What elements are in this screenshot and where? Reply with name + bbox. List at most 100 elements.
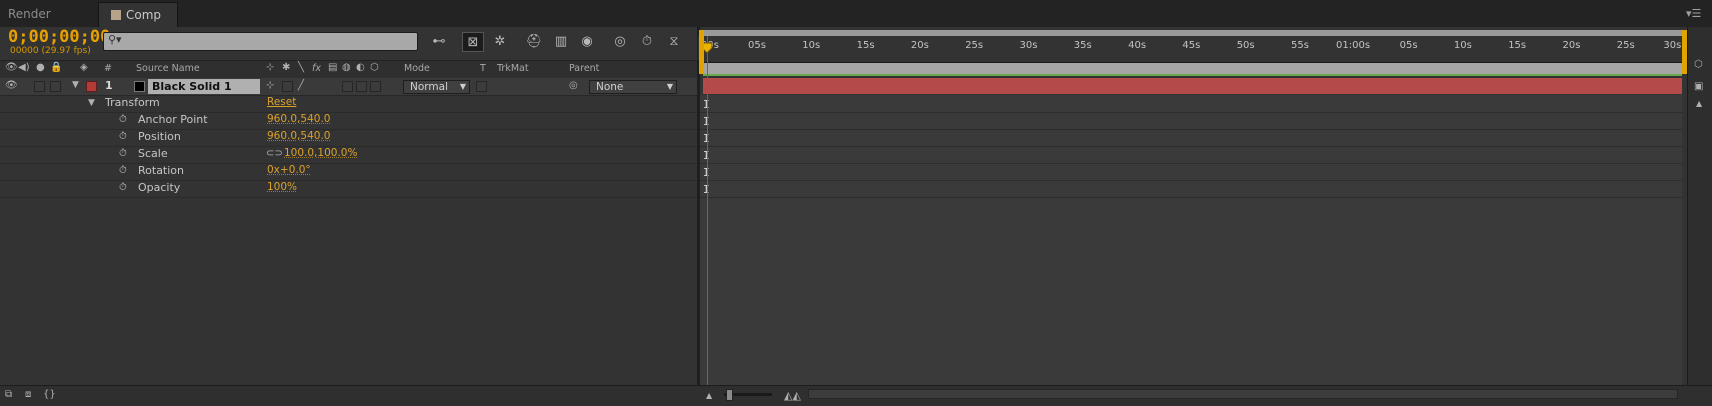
frame-blending-icon[interactable]: ▥ bbox=[550, 32, 572, 52]
current-time-display[interactable]: 0;00;00;00 bbox=[8, 27, 110, 47]
work-area-start-handle[interactable] bbox=[699, 30, 704, 74]
expand-triangle-icon[interactable]: ▼ bbox=[72, 80, 79, 90]
column-mode[interactable]: Mode bbox=[404, 63, 430, 74]
column-header-row: 👁 ◀) ● 🔒 ◈ # Source Name ⊹ ✱ ╲ fx ▤ ◍ ◐ … bbox=[0, 60, 698, 79]
video-switch-icon[interactable]: 👁 bbox=[5, 62, 18, 73]
layer-duration-bar[interactable] bbox=[703, 78, 1682, 94]
quality-switch-icon[interactable]: ╲ bbox=[298, 62, 304, 73]
time-navigator-bar[interactable] bbox=[703, 30, 1682, 36]
in-out-toggle-icon[interactable]: {} bbox=[43, 389, 56, 400]
property-value[interactable]: 0x+0.0° bbox=[267, 164, 311, 176]
layer-shy-toggle-icon[interactable]: ⊹ bbox=[266, 80, 274, 91]
layer-adjustment-box[interactable] bbox=[356, 81, 367, 92]
zoom-in-icon[interactable]: ◭◭ bbox=[784, 389, 801, 402]
panel-tab-bar: Render Queue Comp 1× ▾☰ bbox=[0, 0, 1712, 47]
column-trkmat[interactable]: TrkMat bbox=[497, 63, 529, 74]
current-time-indicator-line[interactable] bbox=[707, 36, 708, 385]
column-number[interactable]: # bbox=[104, 63, 112, 74]
effects-switch-icon[interactable]: fx bbox=[312, 63, 321, 74]
zoom-out-icon[interactable]: ▲ bbox=[706, 391, 712, 400]
comp-mini-flowchart-icon[interactable]: ⊷ bbox=[428, 32, 450, 52]
expand-triangle-icon[interactable]: ▼ bbox=[88, 98, 95, 108]
stopwatch-icon[interactable]: ⏱ bbox=[119, 148, 127, 159]
property-value[interactable]: 100% bbox=[267, 181, 297, 193]
column-t[interactable]: T bbox=[480, 63, 486, 74]
constrain-proportions-link-icon[interactable]: ⊂⊃ bbox=[266, 148, 283, 159]
property-row-position[interactable]: ⏱ Position 960.0,540.0 bbox=[0, 129, 698, 147]
layer-label-color[interactable] bbox=[86, 81, 97, 92]
comp-button-icon[interactable]: ▣ bbox=[1694, 81, 1703, 92]
layer-solo-box[interactable] bbox=[34, 81, 45, 92]
ruler-tick-label: 30s bbox=[1663, 40, 1682, 51]
scroll-up-arrow[interactable]: ▲ bbox=[1696, 99, 1702, 108]
layer-index: 1 bbox=[105, 79, 113, 92]
timeline-property-tracks bbox=[700, 95, 1682, 385]
tab-render-queue[interactable]: Render Queue bbox=[0, 2, 96, 46]
blend-mode-dropdown[interactable]: Normal ▼ bbox=[403, 80, 470, 94]
draft-3d-icon[interactable]: ✲ bbox=[489, 32, 511, 52]
layer-search-input[interactable]: ⚲▾ bbox=[103, 32, 418, 51]
layer-quality-icon[interactable]: ╱ bbox=[298, 80, 304, 91]
stopwatch-icon[interactable]: ⏱ bbox=[119, 114, 127, 125]
audio-switch-icon[interactable]: ◀) bbox=[18, 62, 30, 73]
column-parent[interactable]: Parent bbox=[569, 63, 599, 74]
property-row-anchor-point[interactable]: ⏱ Anchor Point 960.0,540.0 bbox=[0, 112, 698, 130]
vertical-scrollbar[interactable]: ⬡ ▣ ▲ bbox=[1687, 27, 1712, 385]
track-divider bbox=[700, 146, 1682, 147]
solo-switch-icon[interactable]: ● bbox=[36, 62, 45, 73]
ruler-tick-label: 55s bbox=[1291, 40, 1309, 51]
label-tag-icon[interactable]: ◈ bbox=[80, 62, 88, 73]
ruler-tick-label: 25s bbox=[1616, 40, 1635, 51]
live-update-icon[interactable]: ⊠ bbox=[462, 32, 484, 52]
panel-menu-icon[interactable]: ▾☰ bbox=[1686, 7, 1704, 20]
layer-preserve-transparency-box[interactable] bbox=[476, 81, 487, 92]
adjustment-switch-icon[interactable]: ◐ bbox=[356, 62, 365, 73]
parent-dropdown[interactable]: None ▼ bbox=[589, 80, 677, 94]
layer-3d-box[interactable] bbox=[370, 81, 381, 92]
property-row-scale[interactable]: ⏱ Scale ⊂⊃ 100.0,100.0% bbox=[0, 146, 698, 164]
transfer-controls-toggle-icon[interactable]: ⧈ bbox=[25, 389, 31, 400]
layer-name[interactable]: Black Solid 1 bbox=[148, 79, 260, 94]
zoom-slider-thumb[interactable] bbox=[726, 389, 733, 401]
layer-lock-box[interactable] bbox=[50, 81, 61, 92]
lock-switch-icon[interactable]: 🔒 bbox=[50, 62, 62, 73]
stopwatch-icon[interactable]: ⏱ bbox=[119, 131, 127, 142]
property-row-rotation[interactable]: ⏱ Rotation 0x+0.0° bbox=[0, 163, 698, 181]
stopwatch-icon[interactable]: ⏱ bbox=[119, 165, 127, 176]
column-source-name[interactable]: Source Name bbox=[136, 63, 200, 74]
transform-label: Transform bbox=[105, 96, 160, 109]
blend-mode-value: Normal bbox=[410, 81, 448, 93]
pick-whip-icon[interactable]: ◎ bbox=[569, 80, 578, 91]
3d-switch-icon[interactable]: ⬡ bbox=[370, 62, 379, 73]
graph-editor-icon[interactable]: ⧖ bbox=[663, 32, 685, 52]
horizontal-scrollbar[interactable] bbox=[808, 389, 1678, 399]
track-divider bbox=[700, 180, 1682, 181]
auto-keyframe-icon[interactable]: ⏱ bbox=[636, 32, 658, 52]
layer-collapse-box[interactable] bbox=[282, 81, 293, 92]
chevron-down-icon: ▼ bbox=[666, 82, 673, 91]
stopwatch-icon[interactable]: ⏱ bbox=[119, 182, 127, 193]
track-divider bbox=[700, 112, 1682, 113]
ruler-tick-label: 25s bbox=[965, 40, 984, 51]
reset-link[interactable]: Reset bbox=[267, 96, 296, 108]
hide-shy-layers-icon[interactable]: ⛑ bbox=[523, 32, 545, 52]
frame-blend-switch-icon[interactable]: ▤ bbox=[328, 62, 337, 73]
property-name: Opacity bbox=[138, 181, 181, 194]
motion-blur-switch-icon[interactable]: ◍ bbox=[342, 62, 351, 73]
layer-visibility-icon[interactable]: 👁 bbox=[5, 80, 18, 91]
shy-switch-icon[interactable]: ⊹ bbox=[266, 62, 274, 73]
ruler-tick-label: 20s bbox=[910, 40, 929, 51]
collapse-switch-icon[interactable]: ✱ bbox=[282, 62, 290, 73]
layer-switches-toggle-icon[interactable]: ⧉ bbox=[5, 389, 12, 400]
property-value[interactable]: 100.0,100.0% bbox=[284, 147, 357, 159]
property-value[interactable]: 960.0,540.0 bbox=[267, 130, 330, 142]
brainstorm-icon[interactable]: ◎ bbox=[609, 32, 631, 52]
ruler-tick-label: 30s bbox=[1019, 40, 1038, 51]
property-row-opacity[interactable]: ⏱ Opacity 100% bbox=[0, 180, 698, 198]
tab-comp-1[interactable]: Comp 1× bbox=[98, 2, 178, 47]
property-value[interactable]: 960.0,540.0 bbox=[267, 113, 330, 125]
comp-marker-bin-icon[interactable]: ⬡ bbox=[1694, 59, 1703, 70]
motion-blur-icon[interactable]: ◉ bbox=[576, 32, 598, 52]
layer-motion-blur-box[interactable] bbox=[342, 81, 353, 92]
transform-group-row[interactable]: ▼ Transform Reset bbox=[0, 95, 698, 113]
